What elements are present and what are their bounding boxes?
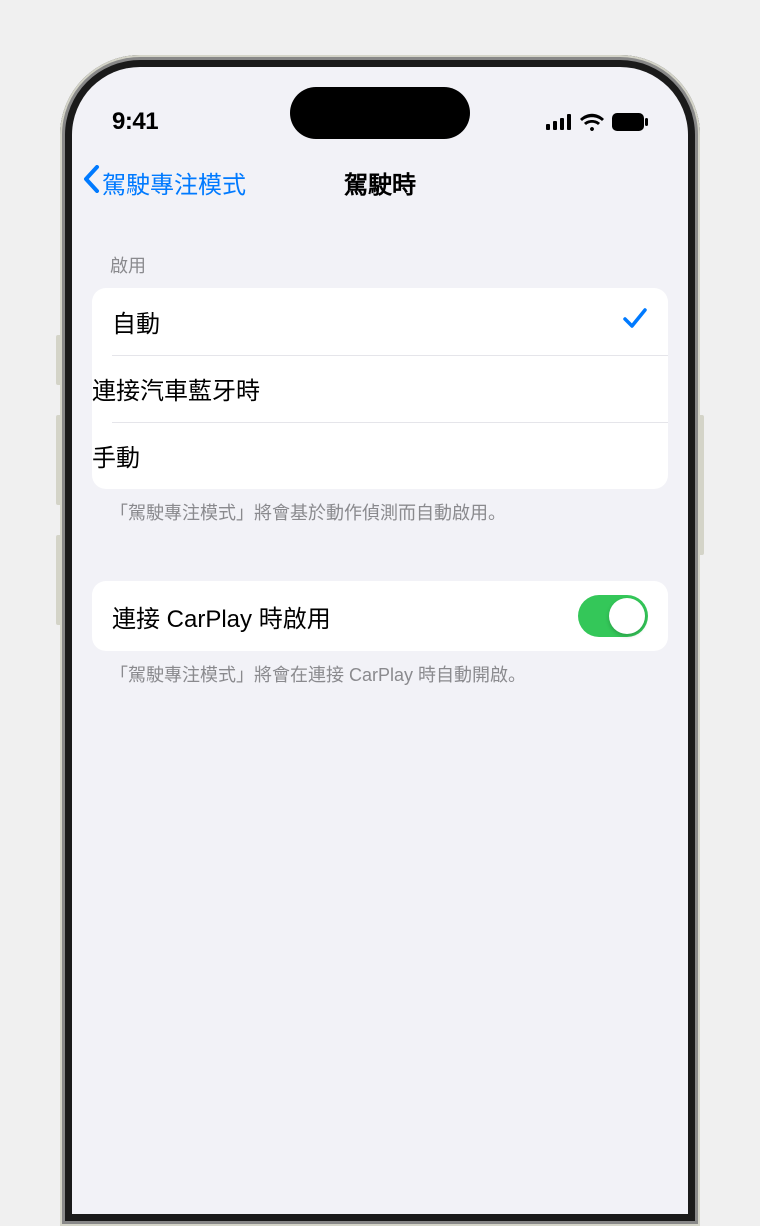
- status-time: 9:41: [112, 108, 158, 136]
- cellular-signal-icon: [546, 114, 572, 130]
- page-title: 駕駛時: [344, 165, 416, 200]
- section-footer-carplay: 「駕駛專注模式」將會在連接 CarPlay 時自動開啟。: [92, 651, 668, 688]
- toggle-label: 連接 CarPlay 時啟用: [112, 599, 331, 634]
- option-manual[interactable]: 手動: [92, 422, 668, 489]
- option-car-bluetooth[interactable]: 連接汽車藍牙時: [92, 355, 668, 422]
- option-label: 自動: [112, 304, 160, 339]
- phone-frame: 9:41 駕駛專注模式 駕駛時: [60, 55, 700, 1226]
- section-header-activate: 啟用: [92, 212, 668, 288]
- carplay-toggle-row[interactable]: 連接 CarPlay 時啟用: [92, 581, 668, 651]
- back-label: 駕駛專注模式: [102, 165, 246, 200]
- carplay-toggle-switch[interactable]: [578, 595, 648, 637]
- phone-side-buttons-left: [56, 335, 60, 655]
- navigation-bar: 駕駛專注模式 駕駛時: [72, 152, 688, 212]
- screen: 9:41 駕駛專注模式 駕駛時: [72, 67, 688, 1214]
- checkmark-icon: [622, 305, 648, 338]
- toggle-knob: [609, 598, 645, 634]
- option-label: 連接汽車藍牙時: [92, 371, 260, 406]
- chevron-left-icon: [82, 165, 100, 200]
- back-button[interactable]: 駕駛專注模式: [82, 165, 246, 200]
- option-automatic[interactable]: 自動: [92, 288, 668, 355]
- phone-side-button-right: [700, 415, 704, 555]
- wifi-icon: [580, 113, 604, 131]
- status-icons: [546, 113, 648, 131]
- option-label: 手動: [92, 438, 140, 473]
- battery-icon: [612, 113, 648, 131]
- dynamic-island: [290, 87, 470, 139]
- activation-options-list: 自動 連接汽車藍牙時 手動: [92, 288, 668, 489]
- section-footer-activate: 「駕駛專注模式」將會基於動作偵測而自動啟用。: [92, 489, 668, 526]
